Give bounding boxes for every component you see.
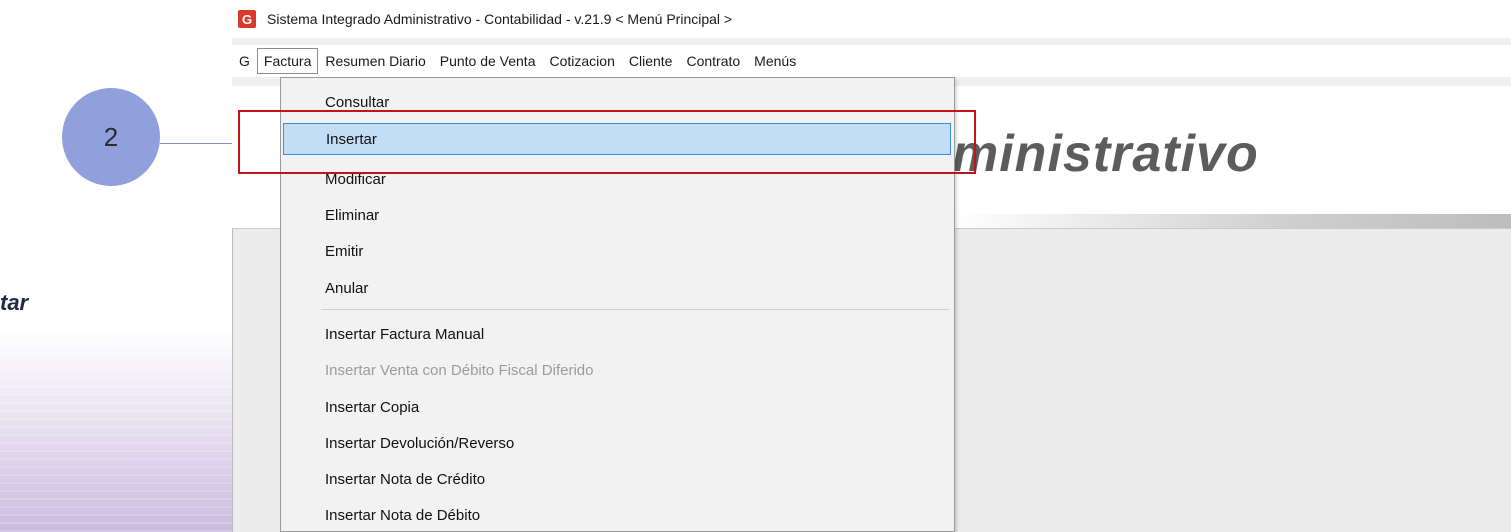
side-caption-text: tar — [0, 290, 29, 315]
menu-menus[interactable]: Menús — [747, 48, 803, 74]
step-number-badge: 2 — [62, 88, 160, 186]
menu-item-eliminar[interactable]: Eliminar — [283, 199, 951, 231]
menu-contrato[interactable]: Contrato — [679, 48, 747, 74]
menu-cotizacion[interactable]: Cotizacion — [543, 48, 622, 74]
banner-shadow — [951, 214, 1511, 228]
title-bar: G Sistema Integrado Administrativo - Con… — [232, 0, 1511, 38]
menu-item-insertar-venta-debito-diferido: Insertar Venta con Débito Fiscal Diferid… — [325, 361, 594, 379]
menu-separator — [321, 309, 949, 310]
menu-factura[interactable]: Factura — [256, 48, 319, 74]
menu-resumen-diario[interactable]: Resumen Diario — [318, 48, 432, 74]
menu-item-insertar-factura-manual[interactable]: Insertar Factura Manual — [283, 318, 951, 350]
menu-item-insertar-nota-debito[interactable]: Insertar Nota de Débito — [283, 499, 951, 531]
menu-item-insertar-devolucion-reverso[interactable]: Insertar Devolución/Reverso — [283, 427, 951, 459]
app-logo-icon: G — [238, 10, 256, 28]
menu-item-anular[interactable]: Anular — [283, 272, 951, 304]
window-title: Sistema Integrado Administrativo - Conta… — [267, 11, 733, 27]
highlight-annotation-box — [238, 110, 976, 174]
menu-item-insertar-nota-credito[interactable]: Insertar Nota de Crédito — [283, 463, 951, 495]
menu-punto-de-venta[interactable]: Punto de Venta — [433, 48, 543, 74]
banner-title: ministrativo — [952, 125, 1259, 183]
left-decoration-panel — [0, 0, 232, 532]
stripes-decoration — [0, 372, 232, 532]
menu-item-emitir[interactable]: Emitir — [283, 235, 951, 267]
callout-line — [160, 143, 240, 144]
menu-bar: G Factura Resumen Diario Punto de Venta … — [232, 45, 1511, 77]
menu-cliente[interactable]: Cliente — [622, 48, 680, 74]
menu-item-insertar-copia[interactable]: Insertar Copia — [283, 391, 951, 423]
menu-g[interactable]: G — [232, 48, 257, 74]
